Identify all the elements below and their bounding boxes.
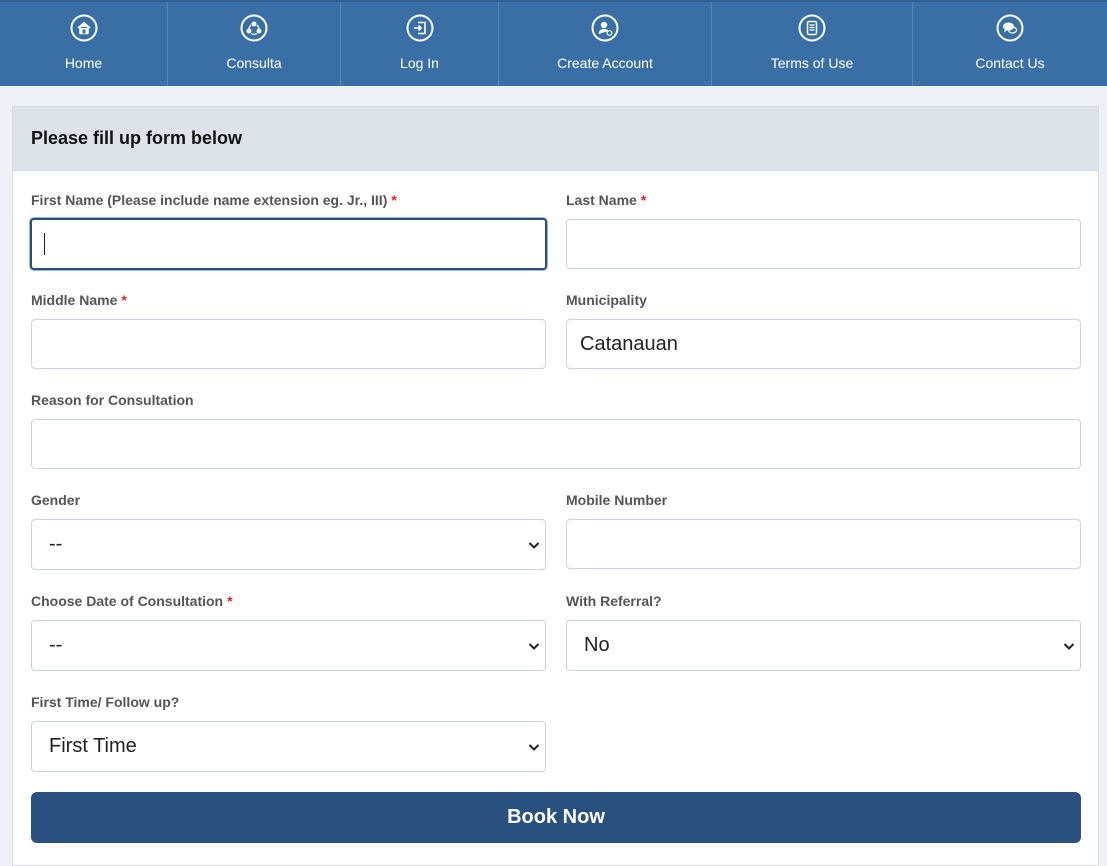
book-now-button[interactable]: Book Now (31, 792, 1081, 843)
date-select[interactable]: -- (31, 620, 546, 671)
referral-selected: No (584, 634, 610, 656)
user-add-icon (591, 14, 619, 42)
nav-create-account[interactable]: Create Account (499, 2, 712, 86)
reason-label: Reason for Consultation (31, 392, 194, 408)
consulta-icon (240, 14, 268, 42)
text-caret (44, 233, 45, 255)
last-name-label-text: Last Name (566, 192, 637, 208)
mobile-label: Mobile Number (566, 492, 668, 508)
nav-home-label: Home (64, 55, 103, 71)
date-label-text: Choose Date of Consultation (31, 593, 224, 609)
middle-name-input[interactable] (31, 319, 546, 369)
required-mark: * (391, 192, 397, 208)
nav-consulta[interactable]: Consulta (168, 2, 341, 86)
referral-select[interactable]: No (566, 620, 1081, 671)
date-selected: -- (49, 634, 63, 656)
required-mark: * (227, 593, 233, 609)
first-name-input[interactable] (30, 218, 547, 270)
nav-home[interactable]: Home (0, 2, 168, 86)
form-header: Please fill up form below (13, 107, 1098, 171)
required-mark: * (640, 192, 647, 208)
first-name-label: First Name (Please include name extensio… (31, 192, 397, 208)
chevron-down-icon (528, 541, 540, 549)
nav-login-label: Log In (400, 55, 439, 71)
nav-login[interactable]: Log In (341, 2, 499, 86)
visit-type-select[interactable]: First Time (31, 721, 546, 772)
first-name-label-text: First Name (Please include name extensio… (31, 192, 388, 208)
nav-terms[interactable]: Terms of Use (712, 2, 913, 86)
municipality-label: Municipality (566, 292, 647, 308)
nav-contact[interactable]: Contact Us (913, 2, 1107, 86)
date-label: Choose Date of Consultation * (31, 593, 233, 609)
mobile-input[interactable] (566, 519, 1081, 569)
last-name-label: Last Name * (566, 192, 646, 208)
nav-contact-label: Contact Us (975, 55, 1045, 71)
municipality-value: Catanauan (580, 332, 678, 355)
nav-terms-label: Terms of Use (770, 55, 854, 71)
chevron-down-icon (528, 642, 540, 650)
chevron-down-icon (1063, 642, 1075, 650)
nav-create-account-label: Create Account (557, 55, 653, 71)
chat-icon (996, 14, 1024, 42)
required-mark: * (121, 292, 127, 308)
reason-input[interactable] (31, 419, 1081, 469)
visit-type-label: First Time/ Follow up? (31, 694, 180, 710)
gender-selected: -- (49, 533, 63, 555)
visit-type-selected: First Time (49, 735, 137, 757)
middle-name-label-text: Middle Name (31, 292, 118, 308)
gender-label: Gender (31, 492, 81, 508)
gender-select[interactable]: -- (31, 519, 546, 570)
chevron-down-icon (528, 743, 540, 751)
home-icon (70, 14, 98, 42)
middle-name-label: Middle Name * (31, 292, 127, 308)
last-name-input[interactable] (566, 219, 1081, 269)
document-icon (798, 14, 826, 42)
referral-label: With Referral? (566, 593, 662, 609)
top-navbar: Home Consulta Log In Create Account Term… (0, 0, 1107, 86)
login-icon (406, 14, 434, 42)
municipality-input[interactable]: Catanauan (566, 319, 1081, 369)
nav-consulta-label: Consulta (226, 55, 282, 71)
